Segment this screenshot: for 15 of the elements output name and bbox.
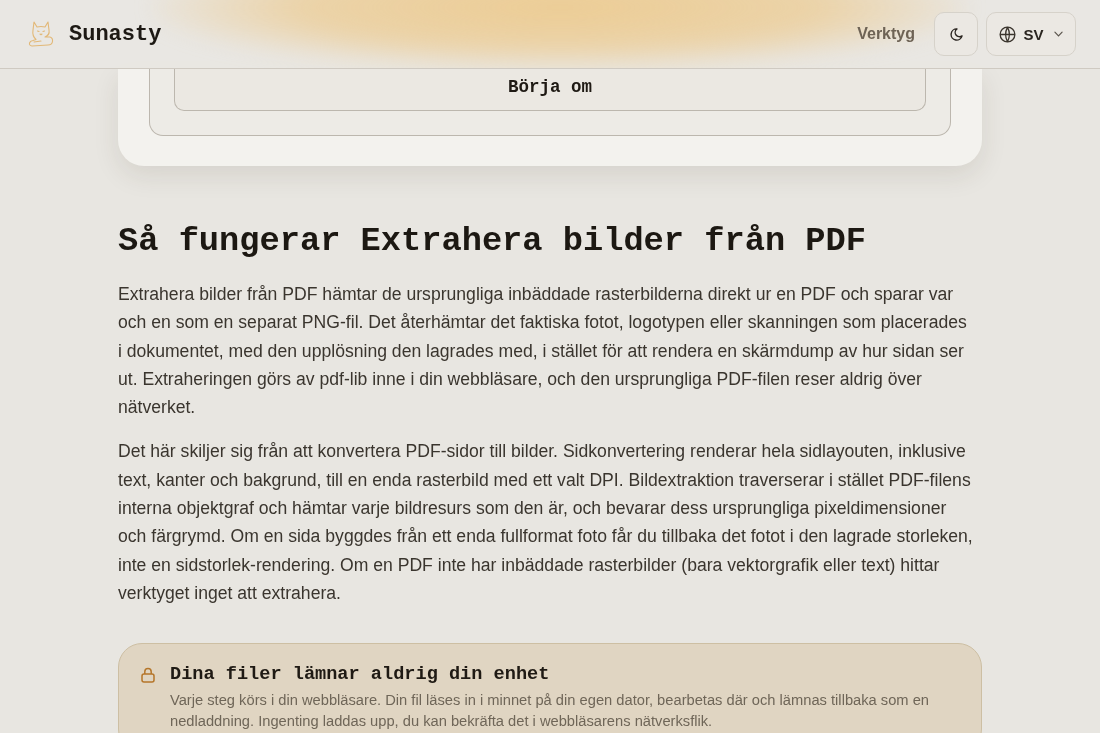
cat-logo-icon (28, 20, 54, 48)
body-paragraph: Extrahera bilder från PDF hämtar de ursprungliga inbäddade rasterbilderna direkt ur en PDF och sparar var och en som en separat PNG-fil. Det återhämtar det faktiska fotot, logotypen eller skanningen som placerades i dokumentet, med den upplösning den lagrades med, i stället för att rendera en skärmdump av hur sidan ser ut. Extraheringen görs av pdf-lib inne i din webbläsare, och den ursprungliga PDF-filen reser aldrig över nätverket. (118, 283, 968, 420)
privacy-note-title: Dina filer lämnar aldrig din enhet (170, 663, 551, 688)
brand-link[interactable]: Sunasty (28, 20, 162, 48)
restart-button[interactable]: Börja om (174, 69, 926, 111)
lock-icon (141, 667, 155, 684)
chevron-down-icon (1053, 31, 1063, 37)
theme-toggle-button[interactable] (934, 12, 978, 56)
globe-icon (999, 25, 1017, 43)
privacy-note-text: Varje steg körs i din webbläsare. Din fil läses in i minnet på din egen dator, bearbetas där och lämnas tillbaka som en nedladdning. Ingenting laddas upp, du kan bekräfta det i webbläsarens nätverksflik. (170, 691, 930, 732)
moon-icon (949, 27, 963, 41)
section-heading: Så fungerar Extrahera bilder från PDF (118, 221, 867, 262)
nav-link[interactable]: Verktyg (857, 25, 915, 43)
language-button[interactable]: SV (986, 12, 1076, 56)
body-paragraph: Det här skiljer sig från att konvertera PDF-sidor till bilder. Sidkonvertering renderar hela sidlayouten, inklusive text, kanter och bakgrund, till en enda rasterbild med ett valt DPI. Bildextraktion traverserar i stället PDF-filens interna objektgraf och hämtar varje bildresurs som den är, och bevarar dess ursprungliga pixeldimensioner och färgrymd. Om en sida byggdes från ett enda fullformat foto får du tillbaka det fotot i den lagrade storleken, inte en sidstorlek-rendering. Om en PDF inte har inbäddade rasterbilder (bara vektorgrafik eller text) hittar verktyget inget att extrahera. (118, 440, 974, 605)
